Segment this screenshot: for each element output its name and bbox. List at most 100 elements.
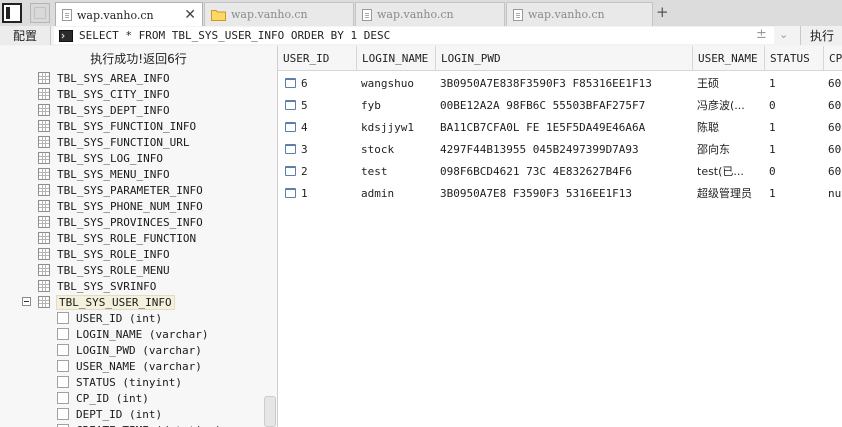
column-node[interactable]: DEPT_ID (int) (57, 406, 162, 422)
tab-2[interactable]: wap.vanho.cn (204, 2, 354, 26)
sql-input[interactable]: SELECT * FROM TBL_SYS_USER_INFO ORDER BY… (54, 27, 774, 44)
cell-login-pwd[interactable]: 3B0950A7E838F3590F3 F85316EE1F13 (440, 72, 691, 94)
table-icon (38, 88, 50, 100)
table-label: TBL_SYS_CITY_INFO (57, 87, 170, 101)
column-node[interactable]: CP_ID (int) (57, 390, 149, 406)
column-label: DEPT_ID (int) (76, 407, 163, 421)
table-row[interactable]: 5 fyb 00BE12A2A 98FB6C 55503BFAF275F7 冯彦波(.… (278, 94, 842, 116)
tab-4[interactable]: wap.vanho.cn (506, 2, 653, 26)
file-icon (513, 8, 523, 21)
tab-1[interactable]: wap.vanho.cn ✕ (55, 2, 203, 27)
column-header[interactable]: LOGIN_NAME (357, 46, 436, 70)
cell-status[interactable]: 1 (769, 116, 822, 138)
cell-user-name[interactable]: 冯彦波(... (697, 94, 763, 116)
column-header[interactable]: USER_ID (278, 46, 357, 70)
cell-login-name[interactable]: test (361, 160, 434, 182)
cell-user-name[interactable]: 超级管理员 (697, 182, 763, 204)
table-node[interactable]: TBL_SYS_ROLE_FUNCTION (38, 230, 196, 246)
table-node[interactable]: TBL_SYS_USER_INFO (38, 294, 175, 310)
cell-cp[interactable]: 600 (828, 138, 842, 160)
column-node[interactable]: LOGIN_PWD (varchar) (57, 342, 202, 358)
column-node[interactable]: USER_NAME (varchar) (57, 358, 202, 374)
table-node[interactable]: TBL_SYS_FUNCTION_URL (38, 134, 189, 150)
cell-cp[interactable]: 600 (828, 94, 842, 116)
column-node[interactable]: LOGIN_NAME (varchar) (57, 326, 208, 342)
cell-login-name[interactable]: wangshuo (361, 72, 434, 94)
table-icon (38, 216, 50, 228)
tab-3[interactable]: wap.vanho.cn (355, 2, 505, 26)
table-icon (38, 72, 50, 84)
cell-cp[interactable]: nul (828, 182, 842, 204)
table-row[interactable]: 4 kdsjjyw1 BA11CB7CFA0L FE 1E5F5DA49E46A6A… (278, 116, 842, 138)
sql-text: SELECT * FROM TBL_SYS_USER_INFO ORDER BY… (79, 29, 391, 42)
cell-status[interactable]: 1 (769, 182, 822, 204)
column-node[interactable]: USER_ID (int) (57, 310, 162, 326)
column-header[interactable]: STATUS (765, 46, 824, 70)
table-row[interactable]: 2 test 098F6BCD4621 73C 4E832627B4F6 test(已… (278, 160, 842, 182)
cell-status[interactable]: 0 (769, 160, 822, 182)
table-node[interactable]: TBL_SYS_DEPT_INFO (38, 102, 170, 118)
column-node[interactable]: CREATE_TIME (datetime) (57, 422, 222, 427)
cell-status[interactable]: 1 (769, 72, 822, 94)
cell-login-pwd[interactable]: 3B0950A7E8 F3590F3 5316EE1F13 (440, 182, 691, 204)
cell-login-pwd[interactable]: BA11CB7CFA0L FE 1E5F5DA49E46A6A (440, 116, 691, 138)
table-icon (38, 248, 50, 260)
column-icon (57, 376, 69, 388)
cell-login-pwd[interactable]: 098F6BCD4621 73C 4E832627B4F6 (440, 160, 691, 182)
row-icon (285, 78, 296, 88)
scrollbar-thumb[interactable] (264, 396, 276, 427)
sidebar-toggle-icon[interactable] (2, 3, 22, 23)
table-node[interactable]: TBL_SYS_CITY_INFO (38, 86, 170, 102)
table-icon (38, 152, 50, 164)
column-header[interactable]: CP (824, 46, 842, 70)
cell-cp[interactable]: 600 (828, 160, 842, 182)
row-icon (285, 122, 296, 132)
column-label: CREATE_TIME (datetime) (76, 424, 222, 427)
row-icon (285, 188, 296, 198)
cell-status[interactable]: 1 (769, 138, 822, 160)
cell-login-name[interactable]: kdsjjyw1 (361, 116, 434, 138)
config-button[interactable]: 配置 (0, 26, 51, 45)
cell-cp[interactable]: 600 (828, 72, 842, 94)
table-label: TBL_SYS_PHONE_NUM_INFO (57, 199, 203, 213)
table-node[interactable]: TBL_SYS_FUNCTION_INFO (38, 118, 196, 134)
cell-user-name[interactable]: 邵向东 (697, 138, 763, 160)
terminal-icon (59, 29, 73, 42)
cell-login-pwd[interactable]: 4297F44B13955 045B2497399D7A93 (440, 138, 691, 160)
cell-user-name[interactable]: test(已... (697, 160, 763, 182)
cell-cp[interactable]: 600 (828, 116, 842, 138)
table-node[interactable]: TBL_SYS_MENU_INFO (38, 166, 170, 182)
table-icon (38, 104, 50, 116)
folder-icon (211, 9, 226, 21)
table-row[interactable]: 1 admin 3B0950A7E8 F3590F3 5316EE1F13 超级管理员… (278, 182, 842, 204)
table-icon (38, 296, 50, 308)
table-node[interactable]: TBL_SYS_PARAMETER_INFO (38, 182, 203, 198)
add-tab-button[interactable]: + (656, 3, 669, 21)
layout-icon[interactable] (30, 3, 50, 23)
cell-login-pwd[interactable]: 00BE12A2A 98FB6C 55503BFAF275F7 (440, 94, 691, 116)
run-button[interactable]: 执行 (800, 26, 842, 45)
spinner-control[interactable]: ± ⌄ (756, 27, 788, 42)
table-row[interactable]: 6 wangshuo 3B0950A7E838F3590F3 F85316EE1F1… (278, 72, 842, 94)
table-node[interactable]: TBL_SYS_AREA_INFO (38, 70, 170, 86)
cell-status[interactable]: 0 (769, 94, 822, 116)
table-node[interactable]: TBL_SYS_LOG_INFO (38, 150, 163, 166)
table-icon (38, 264, 50, 276)
table-node[interactable]: TBL_SYS_ROLE_MENU (38, 262, 170, 278)
table-node[interactable]: TBL_SYS_SVRINFO (38, 278, 156, 294)
column-icon (57, 328, 69, 340)
collapse-toggle-icon[interactable] (22, 297, 31, 306)
table-node[interactable]: TBL_SYS_PHONE_NUM_INFO (38, 198, 203, 214)
column-node[interactable]: STATUS (tinyint) (57, 374, 182, 390)
cell-login-name[interactable]: fyb (361, 94, 434, 116)
column-header[interactable]: USER_NAME (693, 46, 765, 70)
table-row[interactable]: 3 stock 4297F44B13955 045B2497399D7A93 邵向东 1… (278, 138, 842, 160)
cell-login-name[interactable]: admin (361, 182, 434, 204)
cell-user-name[interactable]: 王硕 (697, 72, 763, 94)
close-icon[interactable]: ✕ (184, 7, 196, 23)
cell-user-name[interactable]: 陈聪 (697, 116, 763, 138)
table-node[interactable]: TBL_SYS_PROVINCES_INFO (38, 214, 203, 230)
table-node[interactable]: TBL_SYS_ROLE_INFO (38, 246, 170, 262)
cell-login-name[interactable]: stock (361, 138, 434, 160)
column-header[interactable]: LOGIN_PWD (436, 46, 693, 70)
